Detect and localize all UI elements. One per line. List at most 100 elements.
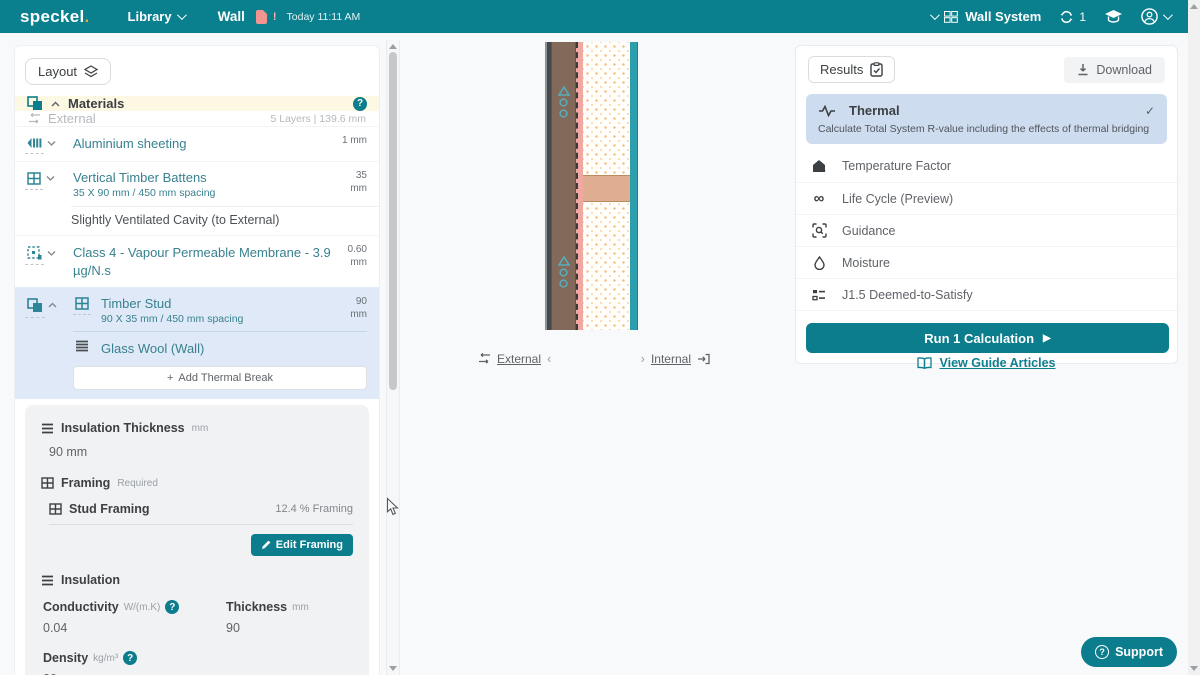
result-item-guidance[interactable]: Guidance bbox=[796, 214, 1177, 246]
materials-panel: Layout Materials ? External 5 Layers | 1… bbox=[14, 45, 380, 675]
layers-icon bbox=[84, 64, 99, 77]
timber-stud-band[interactable] bbox=[583, 175, 630, 202]
internal-link-group[interactable]: › Internal bbox=[641, 351, 710, 366]
cavity-row: Slightly Ventilated Cavity (to External) bbox=[71, 206, 379, 235]
chevron-down-icon bbox=[176, 10, 187, 21]
plus-icon: + bbox=[166, 372, 174, 384]
layout-button[interactable]: Layout bbox=[25, 58, 112, 85]
chevron-up-icon[interactable] bbox=[48, 302, 57, 308]
result-item-moisture[interactable]: Moisture bbox=[796, 246, 1177, 278]
layer-vapour-membrane[interactable] bbox=[576, 42, 583, 330]
internal-side-icon bbox=[698, 353, 710, 364]
download-button[interactable]: Download bbox=[1064, 56, 1165, 83]
help-icon[interactable]: ? bbox=[123, 651, 138, 665]
chevron-down-icon[interactable] bbox=[47, 250, 56, 256]
sheeting-layer-icon bbox=[27, 138, 42, 148]
chevron-down-icon[interactable] bbox=[47, 140, 56, 146]
conductivity-field[interactable]: 0.04 bbox=[43, 621, 226, 635]
battens-grid-icon bbox=[27, 172, 41, 185]
insulation-lines-icon bbox=[42, 575, 53, 585]
layer-timber-battens-cavity[interactable] bbox=[551, 42, 576, 330]
grid-icon bbox=[944, 10, 959, 23]
layer-glass-wool-insulation[interactable] bbox=[583, 42, 630, 330]
chevron-down-icon[interactable] bbox=[46, 175, 55, 181]
document-title: Wall bbox=[217, 9, 245, 24]
swap-arrows-icon bbox=[29, 113, 40, 124]
material-dimensions: 90 X 35 mm / 450 mm spacing bbox=[101, 313, 244, 325]
edit-framing-button[interactable]: Edit Framing bbox=[250, 534, 353, 556]
scroll-down-icon[interactable] bbox=[1190, 666, 1198, 671]
scroll-up-icon[interactable] bbox=[1190, 4, 1198, 9]
scroll-up-icon[interactable] bbox=[389, 44, 397, 49]
materials-section-header[interactable]: Materials ? bbox=[15, 96, 379, 111]
help-icon[interactable]: ? bbox=[353, 96, 367, 111]
results-button[interactable]: Results bbox=[808, 56, 896, 83]
result-item-thermal[interactable]: Thermal ✓ Calculate Total System R-value… bbox=[806, 94, 1167, 144]
thickness-value: 0.60 mm bbox=[347, 244, 367, 268]
framing-percentage: 12.4 % Framing bbox=[275, 503, 353, 515]
learning-cap-icon[interactable] bbox=[1104, 9, 1123, 24]
help-icon[interactable]: ? bbox=[165, 600, 180, 614]
stud-framing-icon bbox=[49, 503, 62, 515]
orientation-row: External ‹ › Internal bbox=[478, 351, 710, 366]
material-row-glass-wool[interactable]: Glass Wool (Wall) bbox=[73, 339, 367, 358]
page-scrollbar[interactable] bbox=[1188, 0, 1200, 675]
run-calculation-button[interactable]: Run 1 Calculation ▶ bbox=[806, 323, 1169, 353]
ventilation-symbol bbox=[557, 86, 570, 118]
chevron-down-icon bbox=[930, 10, 941, 21]
sync-status[interactable]: 1 bbox=[1059, 10, 1086, 24]
result-item-j15-deemed-to-satisfy[interactable]: J1.5 Deemed-to-Satisfy bbox=[796, 278, 1177, 310]
result-item-temperature-factor[interactable]: Temperature Factor bbox=[796, 150, 1177, 182]
thermal-description: Calculate Total System R-value including… bbox=[818, 123, 1150, 135]
play-icon: ▶ bbox=[1043, 332, 1051, 344]
external-link: External bbox=[497, 351, 542, 366]
selected-material-group[interactable]: Timber Stud 90 X 35 mm / 450 mm spacing … bbox=[15, 287, 379, 399]
system-selector[interactable]: Wall System bbox=[930, 9, 1041, 24]
chevron-right-icon[interactable]: › bbox=[641, 351, 645, 366]
layers-summary: 5 Layers | 139.6 mm bbox=[270, 112, 366, 125]
top-bar: speckel. Library Wall ! Today 11:11 AM W… bbox=[0, 0, 1188, 33]
thermal-pulse-icon bbox=[819, 104, 835, 117]
thickness-field[interactable]: 90 bbox=[226, 621, 353, 635]
left-panel-scrollbar[interactable] bbox=[386, 40, 400, 675]
document-title-group[interactable]: Wall ! Today 11:11 AM bbox=[218, 9, 361, 24]
external-link-group[interactable]: External ‹ bbox=[478, 351, 551, 366]
support-button[interactable]: ? Support bbox=[1081, 637, 1177, 667]
thickness-value: 35 mm bbox=[350, 170, 367, 194]
material-row-vertical-timber-battens[interactable]: Vertical Timber Battens 35 X 90 mm / 450… bbox=[15, 161, 379, 206]
app-logo: speckel. bbox=[20, 6, 90, 26]
clipboard-check-icon bbox=[870, 62, 884, 77]
check-icon: ✓ bbox=[1144, 103, 1155, 118]
material-dimensions: 35 X 90 mm / 450 mm spacing bbox=[73, 187, 216, 199]
add-thermal-break-button[interactable]: + Add Thermal Break bbox=[73, 366, 367, 390]
library-menu[interactable]: Library bbox=[128, 9, 187, 24]
document-timestamp: Today 11:11 AM bbox=[286, 10, 361, 23]
scrollbar-thumb[interactable] bbox=[389, 52, 397, 390]
scroll-down-icon[interactable] bbox=[389, 666, 397, 671]
material-row-aluminium-sheeting[interactable]: Aluminium sheeting 1 mm bbox=[15, 126, 379, 161]
question-icon: ? bbox=[1095, 645, 1110, 659]
book-icon bbox=[917, 357, 933, 369]
insulation-thickness-field[interactable]: 90 mm bbox=[49, 445, 353, 459]
thickness-value: 90 mm bbox=[350, 296, 367, 320]
chevron-down-icon bbox=[1162, 10, 1173, 21]
stud-grid-icon bbox=[75, 297, 89, 310]
result-item-life-cycle[interactable]: ∞ Life Cycle (Preview) bbox=[796, 182, 1177, 214]
unsaved-alert-icon: ! bbox=[272, 10, 277, 23]
pencil-icon bbox=[261, 540, 271, 549]
layer-internal-lining[interactable] bbox=[630, 42, 638, 330]
layer-settings-panel: Insulation Thickness mm 90 mm Framing Re… bbox=[25, 405, 369, 675]
view-guide-articles-link[interactable]: View Guide Articles bbox=[939, 356, 1055, 370]
house-icon bbox=[812, 160, 826, 173]
internal-link: Internal bbox=[650, 351, 691, 366]
material-row-vapour-membrane[interactable]: Class 4 - Vapour Permeable Membrane - 3.… bbox=[15, 235, 379, 287]
framing-grid-icon bbox=[41, 477, 54, 489]
chevron-left-icon[interactable]: ‹ bbox=[547, 351, 551, 366]
material-row-timber-stud[interactable]: Timber Stud 90 X 35 mm / 450 mm spacing … bbox=[73, 296, 367, 325]
copy-layers-icon bbox=[27, 96, 42, 110]
infinity-icon: ∞ bbox=[813, 190, 825, 207]
results-panel: Results Download Thermal ✓ Calculate Tot… bbox=[795, 45, 1178, 364]
refresh-icon bbox=[1060, 10, 1073, 23]
external-side-row: External 5 Layers | 139.6 mm bbox=[15, 111, 379, 126]
account-menu[interactable] bbox=[1141, 8, 1173, 25]
